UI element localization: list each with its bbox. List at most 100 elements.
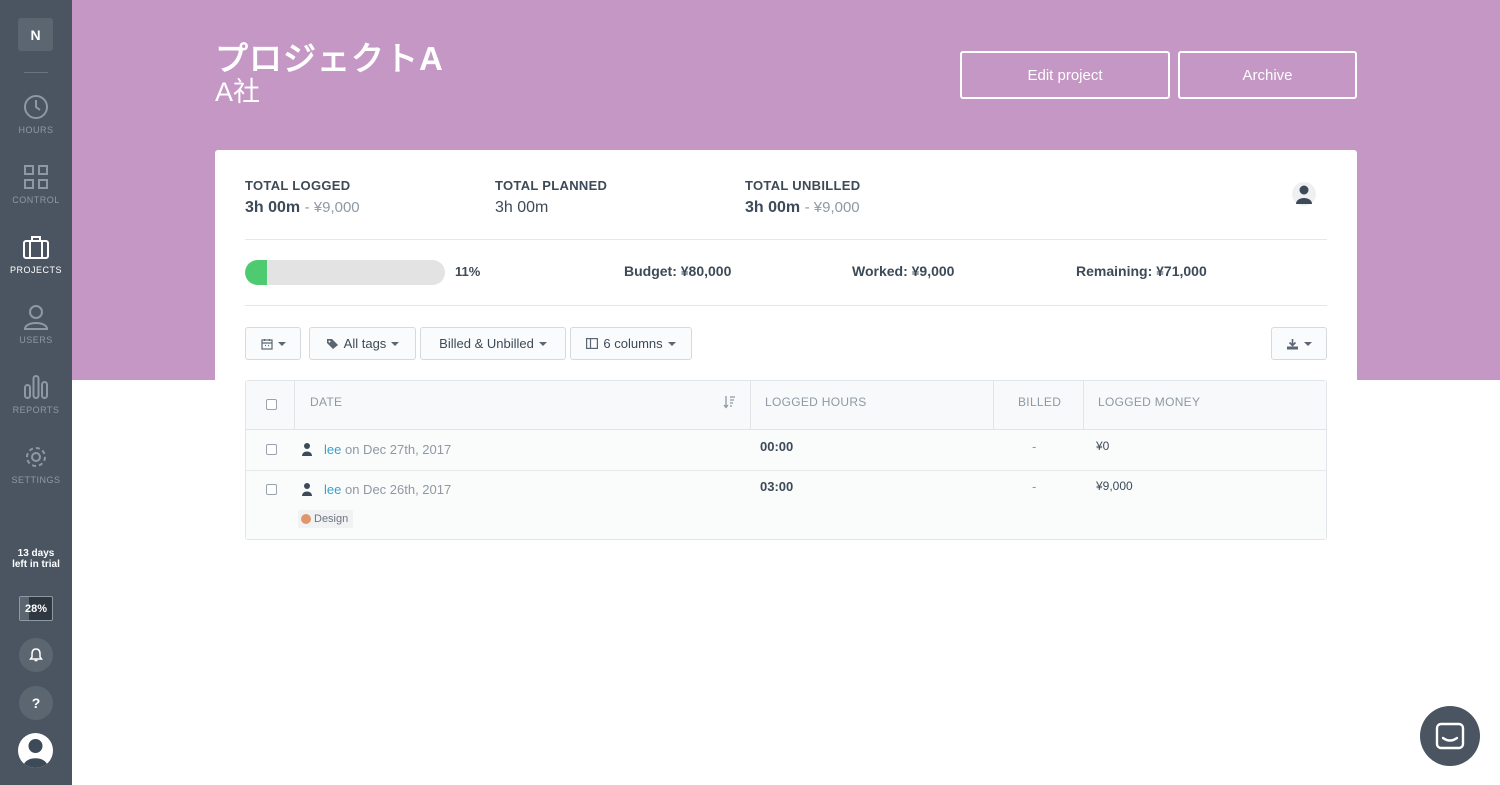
budget-progress-fill <box>245 260 267 285</box>
clock-icon <box>24 95 48 119</box>
column-separator <box>294 381 295 430</box>
help-button[interactable]: ? <box>19 686 53 720</box>
sidebar-item-settings[interactable]: SETTINGS <box>0 443 72 503</box>
total-unbilled: TOTAL UNBILLED 3h 00m - ¥9,000 <box>745 178 860 217</box>
total-unbilled-label: TOTAL UNBILLED <box>745 178 861 193</box>
user-icon <box>23 305 49 330</box>
edit-project-button[interactable]: Edit project <box>960 51 1170 99</box>
project-users-button[interactable] <box>1292 182 1316 206</box>
billed-filter-button[interactable]: Billed & Unbilled <box>420 327 566 360</box>
total-unbilled-hours: 3h 00m <box>745 199 801 216</box>
chevron-down-icon <box>667 341 676 346</box>
tag-color-icon <box>301 514 311 524</box>
sidebar-item-label: CONTROL <box>12 195 60 205</box>
entry-author: lee on Dec 27th, 2017 <box>324 442 451 457</box>
user-link[interactable]: lee <box>324 482 341 497</box>
table-row[interactable]: lee on Dec 27th, 2017 00:00 - ¥0 <box>246 430 1326 470</box>
budget-progress-percent: 11% <box>455 264 481 279</box>
sidebar-item-label: REPORTS <box>12 405 60 415</box>
tags-filter-label: All tags <box>343 336 387 351</box>
budget-progress-bar <box>245 260 445 285</box>
sidebar-item-hours[interactable]: HOURS <box>0 93 72 153</box>
entry-hours[interactable]: 00:00 <box>760 439 793 454</box>
total-unbilled-money: - ¥9,000 <box>804 199 860 216</box>
project-summary-card: TOTAL LOGGED 3h 00m - ¥9,000 TOTAL PLANN… <box>215 150 1357 380</box>
sidebar-divider <box>24 72 48 73</box>
divider <box>245 305 1327 306</box>
entry-billed: - <box>1032 439 1037 454</box>
entry-date: on Dec 26th, 2017 <box>344 482 452 497</box>
entry-author: lee on Dec 26th, 2017 <box>324 482 451 497</box>
trial-days: 13 days <box>17 548 55 559</box>
total-unbilled-value: 3h 00m - ¥9,000 <box>745 199 860 217</box>
bell-icon <box>29 648 43 662</box>
archive-button[interactable]: Archive <box>1178 51 1357 99</box>
total-planned-label: TOTAL PLANNED <box>495 178 608 193</box>
user-link[interactable]: lee <box>324 442 341 457</box>
user-avatar-icon <box>23 739 48 768</box>
table-header: DATE LOGGED HOURS BILLED LOGGED MONEY <box>246 381 1326 430</box>
user-icon <box>302 443 312 456</box>
sidebar: N HOURS CONTROL PROJECTS USERS REPORTS S… <box>0 0 72 785</box>
calendar-icon <box>260 338 273 350</box>
chat-launcher-button[interactable] <box>1420 706 1480 766</box>
tags-filter-button[interactable]: All tags <box>309 327 416 360</box>
entry-money: ¥0 <box>1096 439 1110 453</box>
trial-progress-badge[interactable]: 28% <box>19 596 53 621</box>
row-checkbox[interactable] <box>266 444 277 455</box>
help-icon: ? <box>31 695 41 711</box>
chat-icon <box>1435 722 1465 750</box>
total-logged: TOTAL LOGGED 3h 00m - ¥9,000 <box>245 178 360 217</box>
column-separator <box>750 381 751 430</box>
total-logged-hours: 3h 00m <box>245 199 301 216</box>
total-logged-label: TOTAL LOGGED <box>245 178 351 193</box>
column-header-billed[interactable]: BILLED <box>1018 395 1061 409</box>
table-row[interactable]: lee on Dec 26th, 2017 Design 03:00 - ¥9,… <box>246 471 1326 539</box>
avatar[interactable] <box>18 733 53 768</box>
total-planned-hours: 3h 00m <box>495 199 549 216</box>
column-header-logged-hours[interactable]: LOGGED HOURS <box>765 395 867 409</box>
user-icon <box>302 483 312 496</box>
column-header-date[interactable]: DATE <box>310 395 342 409</box>
sidebar-item-users[interactable]: USERS <box>0 303 72 363</box>
export-button[interactable] <box>1271 327 1327 360</box>
column-header-logged-money[interactable]: LOGGED MONEY <box>1098 395 1200 409</box>
column-separator <box>1083 381 1084 430</box>
gear-icon <box>26 447 46 467</box>
sort-icon[interactable] <box>723 395 736 409</box>
row-checkbox[interactable] <box>266 484 277 495</box>
entry-hours[interactable]: 03:00 <box>760 479 793 494</box>
entry-date: on Dec 27th, 2017 <box>344 442 452 457</box>
trial-percent: 28% <box>24 602 48 615</box>
client-name: A社 <box>215 77 261 107</box>
tag-badge[interactable]: Design <box>298 510 354 528</box>
budget-remaining: Remaining: ¥71,000 <box>1076 263 1207 279</box>
columns-filter-button[interactable]: 6 columns <box>570 327 692 360</box>
time-entries-table: DATE LOGGED HOURS BILLED LOGGED MONEY le… <box>245 380 1327 540</box>
sidebar-item-label: PROJECTS <box>9 265 62 275</box>
date-filter-button[interactable] <box>245 327 301 360</box>
trial-notice[interactable]: 13 days left in trial <box>0 548 72 570</box>
bar-chart-icon <box>24 375 48 399</box>
tag-label: Design <box>314 513 349 525</box>
chevron-down-icon <box>1304 341 1312 346</box>
column-separator <box>993 381 994 430</box>
sidebar-item-projects[interactable]: PROJECTS <box>0 233 72 293</box>
sidebar-item-reports[interactable]: REPORTS <box>0 373 72 433</box>
columns-filter-label: 6 columns <box>603 336 663 351</box>
sidebar-item-control[interactable]: CONTROL <box>0 163 72 223</box>
workspace-badge[interactable]: N <box>18 18 53 51</box>
notifications-button[interactable] <box>19 638 53 672</box>
sidebar-item-label: SETTINGS <box>11 475 61 485</box>
total-logged-money: - ¥9,000 <box>304 199 360 216</box>
sidebar-item-label: HOURS <box>18 125 54 135</box>
chevron-down-icon <box>277 341 286 346</box>
total-planned: TOTAL PLANNED 3h 00m <box>495 178 607 217</box>
trial-suffix: left in trial <box>12 559 60 570</box>
download-icon <box>1287 338 1298 349</box>
select-all-checkbox[interactable] <box>266 399 277 410</box>
grid-icon <box>24 165 48 189</box>
divider <box>245 239 1327 240</box>
entry-billed: - <box>1032 479 1037 494</box>
total-logged-value: 3h 00m - ¥9,000 <box>245 199 360 217</box>
